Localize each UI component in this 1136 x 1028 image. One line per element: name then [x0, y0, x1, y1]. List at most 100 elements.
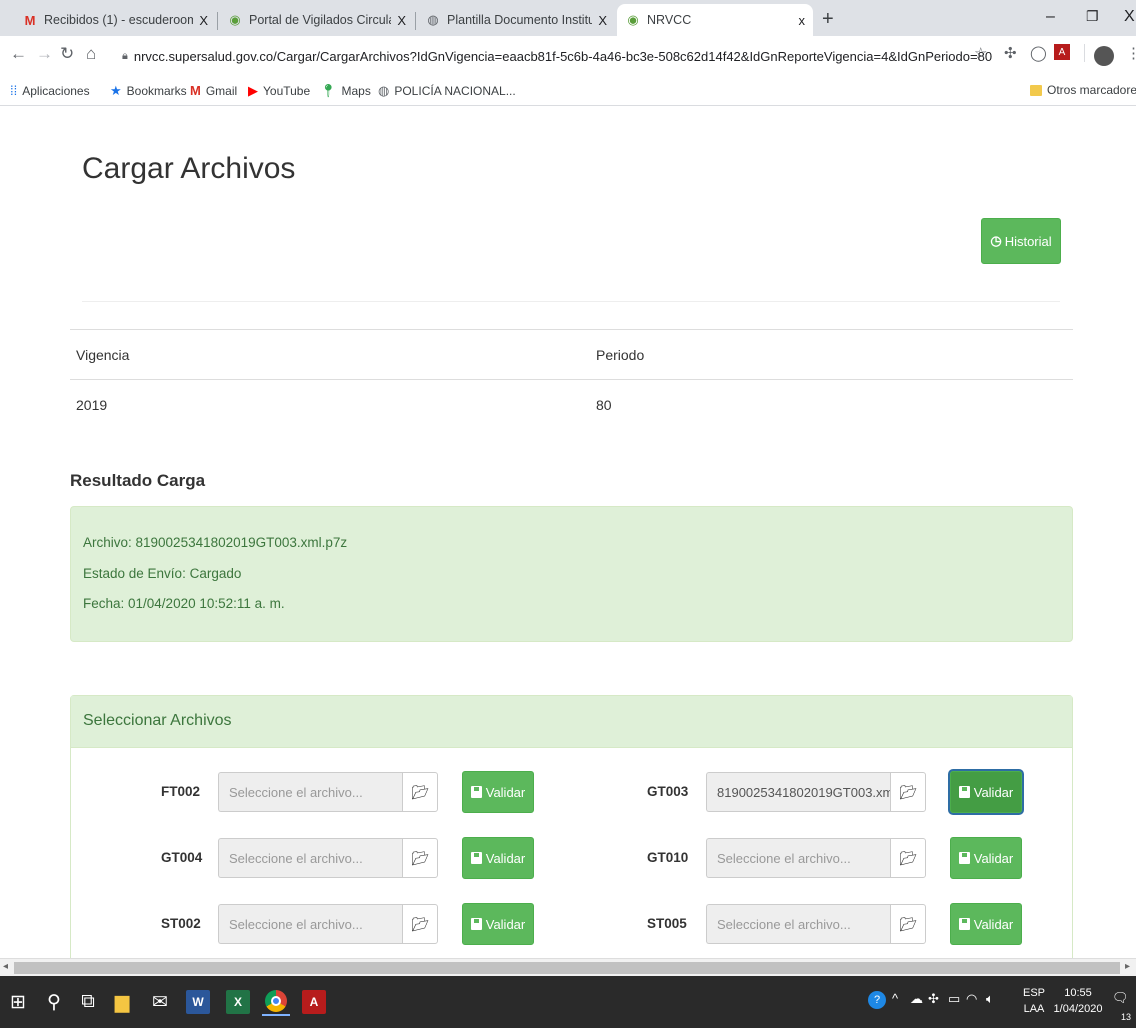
file-input-gt003[interactable]: 8190025341802019GT003.xml 📂︎	[706, 772, 926, 812]
folder-open-icon[interactable]: 📂︎	[402, 772, 438, 812]
file-text-field[interactable]: 8190025341802019GT003.xml	[706, 772, 890, 812]
home-icon[interactable]: ⌂	[86, 44, 96, 64]
save-icon	[958, 918, 970, 930]
close-icon[interactable]: X	[598, 13, 607, 28]
bookmark-apps[interactable]: ⁞⁞ Aplicaciones	[10, 83, 90, 98]
forward-arrow-icon[interactable]: →	[36, 44, 53, 64]
validar-button-ft002[interactable]: Validar	[462, 771, 534, 813]
file-input-ft002[interactable]: Seleccione el archivo... 📂︎	[218, 772, 438, 812]
minimize-button[interactable]: –	[1046, 8, 1055, 26]
extension-circle-icon[interactable]: ◯	[1030, 44, 1047, 62]
task-view-icon[interactable]: ⧉	[76, 990, 100, 1014]
tab-label: Portal de Vigilados Circular Unica	[249, 13, 391, 27]
folder-open-icon[interactable]: 📂︎	[402, 904, 438, 944]
validar-button-gt003[interactable]: Validar	[950, 771, 1022, 813]
file-input-st002[interactable]: Seleccione el archivo... 📂︎	[218, 904, 438, 944]
dropbox-tray-icon[interactable]: ✣	[928, 991, 939, 1007]
close-icon[interactable]: X	[199, 13, 208, 28]
excel-icon[interactable]: X	[226, 990, 250, 1014]
star-bookmark-icon[interactable]: ☆	[974, 44, 987, 62]
save-icon	[470, 786, 482, 798]
new-tab-button[interactable]: +	[822, 8, 834, 31]
file-input-gt004[interactable]: Seleccione el archivo... 📂︎	[218, 838, 438, 878]
file-text-field[interactable]: Seleccione el archivo...	[218, 772, 402, 812]
cloud-icon[interactable]: ☁	[910, 991, 923, 1007]
tab-label: Recibidos (1) - escuderoomaram	[44, 13, 194, 27]
file-text-field[interactable]: Seleccione el archivo...	[218, 838, 402, 878]
dropbox-extension-icon[interactable]: ✣	[1004, 44, 1017, 62]
volume-icon[interactable]: 🔈︎	[986, 991, 994, 1007]
pdf-extension-icon[interactable]: A	[1054, 44, 1070, 60]
resultado-carga-title: Resultado Carga	[70, 471, 206, 490]
file-input-gt010[interactable]: Seleccione el archivo... 📂︎	[706, 838, 926, 878]
address-bar[interactable]: 🔒︎ nrvcc.supersalud.gov.co/Cargar/Cargar…	[122, 42, 992, 70]
validar-label: Validar	[973, 784, 1014, 800]
historial-button[interactable]: ◷ Historial	[981, 218, 1061, 264]
file-text-field[interactable]: Seleccione el archivo...	[706, 838, 890, 878]
validar-button-gt010[interactable]: Validar	[950, 837, 1022, 879]
browser-toolbar: ← → ↻ ⌂ 🔒︎ nrvcc.supersalud.gov.co/Carga…	[0, 36, 1136, 76]
folder-open-icon[interactable]: 📂︎	[890, 772, 926, 812]
browser-tab-portal[interactable]: ◉ Portal de Vigilados Circular Unica X	[219, 4, 414, 36]
divider	[82, 301, 1060, 302]
folder-open-icon[interactable]: 📂︎	[402, 838, 438, 878]
browser-tab-plantilla[interactable]: ◍ Plantilla Documento Institucional X	[417, 4, 615, 36]
window-close-button[interactable]: X	[1124, 8, 1135, 26]
chrome-icon[interactable]	[262, 988, 290, 1016]
supersalud-icon: ◉	[229, 12, 241, 27]
browser-tab-gmail[interactable]: M Recibidos (1) - escuderoomaram X	[14, 4, 216, 36]
bookmark-maps[interactable]: 📍︎ Maps	[320, 83, 371, 99]
windows-start-icon[interactable]: ⊞	[6, 990, 30, 1014]
tab-divider	[415, 12, 416, 30]
wifi-icon[interactable]: ◠	[966, 991, 977, 1007]
browser-tab-nrvcc[interactable]: ◉ NRVCC x	[617, 4, 813, 36]
reload-icon[interactable]: ↻	[60, 44, 74, 64]
scroll-right-icon[interactable]: ▸	[1125, 961, 1130, 972]
validar-button-gt004[interactable]: Validar	[462, 837, 534, 879]
file-text-field[interactable]: Seleccione el archivo...	[706, 904, 890, 944]
bookmark-policia[interactable]: ◍ POLICÍA NACIONAL...	[378, 83, 516, 99]
menu-kebab-icon[interactable]: ⋮	[1126, 44, 1136, 62]
historial-label: Historial	[1004, 233, 1052, 249]
close-icon[interactable]: X	[397, 13, 406, 28]
bookmark-bookmarks[interactable]: ★ Bookmarks	[110, 83, 187, 99]
folder-open-icon[interactable]: 📂︎	[890, 904, 926, 944]
help-icon[interactable]: ?	[868, 991, 886, 1009]
chevron-up-icon[interactable]: ^	[892, 991, 898, 1006]
bookmark-other[interactable]: Otros marcadores	[1030, 83, 1136, 97]
url-text: nrvcc.supersalud.gov.co/Cargar/CargarArc…	[133, 48, 992, 64]
bookmark-label: Bookmarks	[126, 84, 187, 98]
search-icon[interactable]: ⚲	[42, 990, 66, 1014]
folder-open-icon[interactable]: 📂︎	[890, 838, 926, 878]
file-code-label: ST005	[647, 916, 687, 931]
clock-icon: ◷	[990, 233, 1002, 248]
mail-app-icon[interactable]: ✉	[148, 990, 172, 1014]
apps-grid-icon: ⁞⁞	[10, 83, 18, 98]
clock-time[interactable]: 10:55	[1050, 986, 1106, 1000]
restore-button[interactable]: ❐	[1086, 8, 1099, 25]
validar-button-st002[interactable]: Validar	[462, 903, 534, 945]
battery-icon[interactable]: ▭	[948, 991, 960, 1007]
select-files-panel: Seleccionar Archivos FT002 Seleccione el…	[70, 695, 1073, 958]
lock-icon: 🔒︎	[122, 49, 128, 62]
language-indicator[interactable]: ESP	[1022, 986, 1046, 1000]
validar-button-st005[interactable]: Validar	[950, 903, 1022, 945]
file-explorer-icon[interactable]: ▆	[110, 990, 134, 1014]
bookmark-youtube[interactable]: ▶ YouTube	[248, 83, 310, 99]
close-icon[interactable]: x	[799, 13, 806, 28]
avatar[interactable]	[1094, 46, 1114, 66]
bookmark-gmail[interactable]: M Gmail	[190, 83, 237, 98]
word-icon[interactable]: W	[186, 990, 210, 1014]
save-icon	[958, 852, 970, 864]
file-text-field[interactable]: Seleccione el archivo...	[218, 904, 402, 944]
chrome-logo	[265, 990, 287, 1012]
notification-icon[interactable]: 🗨︎	[1112, 990, 1129, 1006]
tab-divider	[217, 12, 218, 30]
file-input-st005[interactable]: Seleccione el archivo... 📂︎	[706, 904, 926, 944]
horizontal-scrollbar[interactable]: ◂ ▸	[0, 958, 1136, 976]
acrobat-icon[interactable]: A	[302, 990, 326, 1014]
cell-periodo: 80	[596, 397, 612, 413]
scroll-left-icon[interactable]: ◂	[3, 961, 8, 972]
scrollbar-thumb[interactable]	[14, 962, 1120, 974]
back-arrow-icon[interactable]: ←	[10, 44, 27, 64]
